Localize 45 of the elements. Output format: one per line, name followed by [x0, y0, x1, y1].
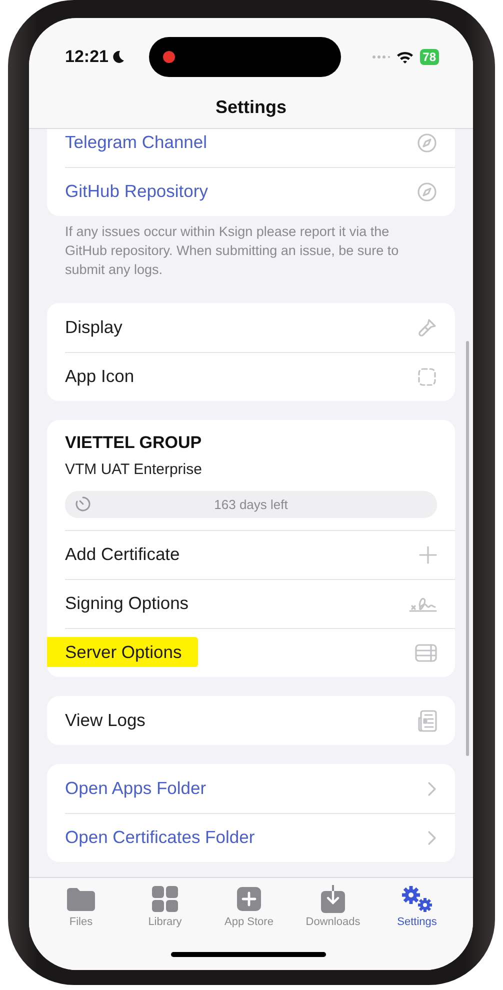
certificate-name: VIETTEL GROUP: [65, 432, 203, 454]
recording-dot-icon: [163, 51, 175, 63]
compass-icon: [417, 132, 437, 152]
chevron-icon: [427, 780, 437, 796]
tab-button[interactable]: Settings: [375, 884, 459, 928]
battery-level: 78: [420, 49, 439, 65]
download-icon: [321, 885, 345, 913]
tab-button[interactable]: Files: [39, 884, 123, 928]
settings-row[interactable]: Telegram Channel: [47, 129, 455, 167]
chevron-icon: [427, 830, 437, 846]
dashed-square-icon: [417, 366, 437, 386]
timer-icon: [75, 496, 91, 512]
days-left-text: 163 days left: [214, 497, 288, 512]
wifi-icon: [396, 50, 414, 64]
tab-button[interactable]: Downloads: [291, 884, 375, 928]
row-label: App Icon: [65, 366, 134, 386]
tab-button[interactable]: Library: [123, 884, 207, 928]
settings-row[interactable]: Display: [47, 303, 455, 352]
row-label: Open Apps Folder: [65, 778, 206, 798]
row-label: Open Certificates Folder: [65, 827, 255, 847]
tab-button[interactable]: App Store: [207, 884, 291, 928]
row-label: Server Options: [47, 637, 198, 667]
server-icon: [415, 644, 437, 662]
folder-icon: [66, 887, 96, 911]
grid-icon: [152, 886, 178, 912]
settings-row[interactable]: View Logs: [47, 696, 455, 745]
plus-square-icon: [237, 887, 261, 911]
row-label: GitHub Repository: [65, 181, 208, 201]
plus-icon: [419, 546, 437, 564]
row-label: Display: [65, 317, 122, 337]
document-icon: [417, 710, 437, 732]
row-label: Add Certificate: [65, 544, 180, 564]
signal-dots-icon: [372, 55, 390, 59]
certificate-type: VTM UAT Enterprise: [65, 460, 203, 480]
moon-icon: [111, 50, 126, 64]
brush-icon: [417, 318, 437, 338]
gears-icon: [400, 885, 434, 913]
row-label: View Logs: [65, 710, 146, 730]
row-label: Telegram Channel: [65, 132, 208, 152]
compass-icon: [417, 182, 437, 202]
screen-title: Settings: [215, 97, 286, 118]
row-label: Signing Options: [65, 593, 189, 613]
section-footer: If any issues occur within Ksign please report it via the GitHub repository. When submitting an issue, be sure to submit any logs.: [47, 216, 455, 284]
clock-time: 12:21: [65, 47, 108, 67]
settings-row[interactable]: Open Apps Folder: [47, 764, 455, 813]
